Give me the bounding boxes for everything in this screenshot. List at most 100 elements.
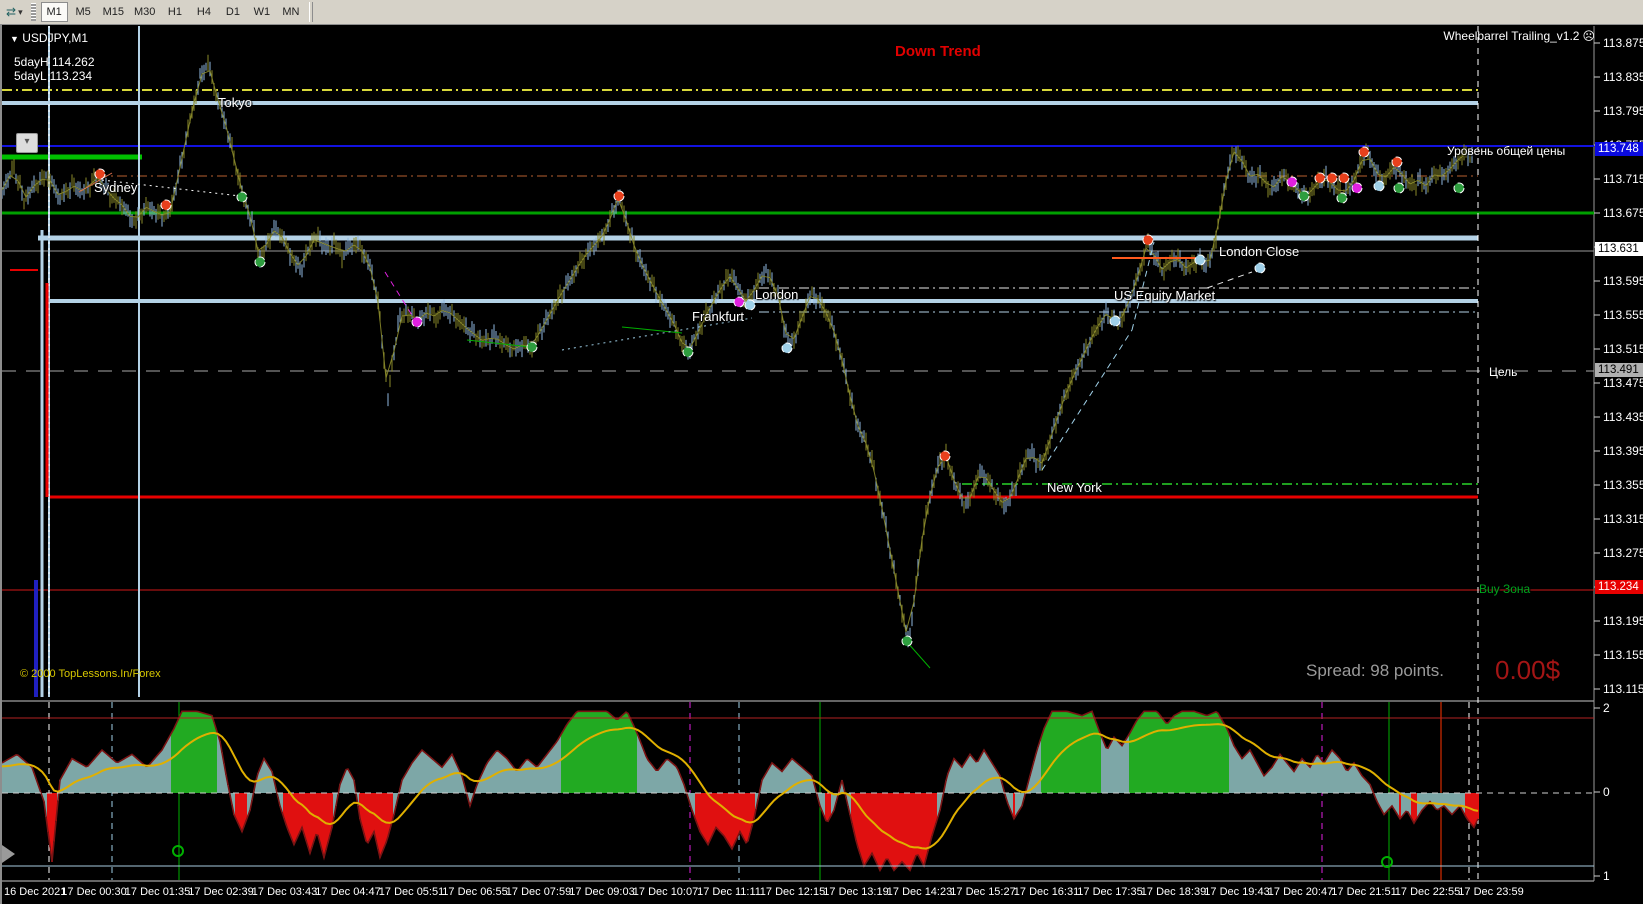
- price-tick-label: 113.515: [1603, 342, 1643, 356]
- time-tick-label: 17 Dec 21:51: [1331, 886, 1397, 898]
- time-tick-label: 17 Dec 03:43: [251, 886, 318, 898]
- price-tick-label: 113.435: [1603, 410, 1643, 424]
- time-tick-label: 16 Dec 2021: [4, 886, 67, 898]
- price-tick-label: 113.595: [1603, 274, 1643, 288]
- time-tick-label: 17 Dec 19:43: [1204, 886, 1270, 898]
- signal-marker: [254, 256, 266, 268]
- signal-marker: [1142, 234, 1154, 246]
- signal-marker: [236, 191, 248, 203]
- signal-marker: [1338, 172, 1350, 184]
- signal-marker: [1453, 182, 1465, 194]
- time-tick-label: 17 Dec 22:55: [1394, 886, 1461, 898]
- signal-marker: [1286, 176, 1298, 188]
- indicator-scale-label: 0: [1603, 785, 1610, 799]
- mt4-window: ⇄ ▾ M1 M5 M15 M30 H1 H4 D1 W1 MN ▼ USDJPY,M1 5da…: [0, 0, 1643, 904]
- timeframe-button-H1[interactable]: H1: [161, 2, 188, 22]
- trend-segment: [101, 179, 241, 197]
- price-tick-label: 113.475: [1603, 376, 1643, 390]
- chart-canvas[interactable]: [2, 25, 1643, 904]
- symbol-dropdown-icon[interactable]: ▼: [10, 34, 19, 44]
- trend-segment: [1041, 329, 1133, 471]
- price-tick-label: 113.795: [1603, 104, 1643, 118]
- price-badge: 113.631: [1595, 242, 1643, 256]
- timeframe-button-M15[interactable]: M15: [99, 2, 128, 22]
- time-tick-label: 17 Dec 14:23: [886, 886, 953, 898]
- five-day-high-label: 5dayH 114.262: [14, 55, 95, 69]
- indicator-title: Wheelbarrel Trailing_v1.2 ☹: [1443, 29, 1595, 43]
- signal-marker: [1194, 254, 1206, 266]
- toolbar-grip[interactable]: [30, 3, 36, 21]
- signal-marker: [94, 168, 106, 180]
- price-tick-label: 113.675: [1603, 206, 1643, 220]
- panel-resize-grip[interactable]: [2, 845, 15, 863]
- signal-marker: [1314, 172, 1326, 184]
- time-tick-label: 17 Dec 06:55: [442, 886, 508, 898]
- price-tick-label: 113.395: [1603, 444, 1643, 458]
- chart-object-button[interactable]: ▾: [16, 133, 38, 153]
- trend-segment: [561, 317, 753, 351]
- signal-marker: [1373, 180, 1385, 192]
- signal-marker: [1358, 146, 1370, 158]
- price-tick-label: 113.875: [1603, 36, 1643, 50]
- profit-label: 0.00$: [1495, 655, 1561, 685]
- signal-marker: [682, 346, 694, 358]
- price-tick-label: 113.355: [1603, 478, 1643, 492]
- signal-marker: [160, 199, 172, 211]
- price-tick-label: 113.715: [1603, 172, 1643, 186]
- toolbar: ⇄ ▾ M1 M5 M15 M30 H1 H4 D1 W1 MN: [0, 0, 1643, 25]
- timeframe-button-M30[interactable]: M30: [130, 2, 159, 22]
- signal-marker: [411, 316, 423, 328]
- trend-segment: [1206, 271, 1253, 289]
- time-tick-label: 17 Dec 20:47: [1267, 886, 1334, 898]
- price-tick-label: 113.555: [1603, 308, 1643, 322]
- signal-marker: [1391, 156, 1403, 168]
- signal-marker: [613, 190, 625, 202]
- time-tick-label: 17 Dec 04:47: [315, 886, 381, 898]
- signal-marker: [744, 299, 756, 311]
- chevron-down-icon[interactable]: ▾: [18, 7, 23, 18]
- time-tick-label: 17 Dec 07:59: [505, 886, 572, 898]
- signal-marker: [733, 296, 745, 308]
- timeframe-button-M5[interactable]: M5: [70, 2, 97, 22]
- time-tick-label: 17 Dec 11:11: [697, 886, 761, 898]
- indicator-scale-label: 1: [1603, 869, 1610, 883]
- time-tick-label: 17 Dec 05:51: [378, 886, 445, 898]
- time-tick-label: 17 Dec 13:19: [823, 886, 889, 898]
- timeframe-button-D1[interactable]: D1: [219, 2, 246, 22]
- signal-marker: [1254, 262, 1266, 274]
- price-tick-label: 113.315: [1603, 512, 1643, 526]
- time-tick-label: 17 Dec 12:15: [759, 886, 826, 898]
- time-tick-label: 17 Dec 09:03: [569, 886, 635, 898]
- chart-region: ▼ USDJPY,M1 5dayH 114.262 5dayL 113.234 …: [0, 25, 1643, 904]
- price-badge: 113.234: [1595, 580, 1643, 594]
- trend-segment: [1131, 241, 1155, 331]
- price-ma-line: [2, 69, 1467, 633]
- chart-shift-icon[interactable]: ⇄: [6, 5, 16, 19]
- panel-marker: [172, 845, 184, 857]
- price-tick-label: 113.115: [1603, 682, 1643, 696]
- signal-marker: [1393, 182, 1405, 194]
- time-tick-label: 17 Dec 10:07: [632, 886, 699, 898]
- toolbar-separator: [309, 2, 314, 22]
- timeframe-button-H4[interactable]: H4: [190, 2, 217, 22]
- signal-marker: [1351, 182, 1363, 194]
- signal-marker: [939, 450, 951, 462]
- time-tick-label: 17 Dec 15:27: [950, 886, 1016, 898]
- signal-marker: [901, 635, 913, 647]
- timeframe-button-M1[interactable]: M1: [40, 2, 68, 22]
- time-tick-label: 17 Dec 17:35: [1077, 886, 1143, 898]
- indicator-scale-label: 2: [1603, 701, 1610, 715]
- signal-marker: [1326, 172, 1338, 184]
- time-tick-label: 17 Dec 00:30: [61, 886, 127, 898]
- time-tick-label: 17 Dec 16:31: [1013, 886, 1080, 898]
- price-tick-label: 113.275: [1603, 546, 1643, 560]
- timeframe-button-MN[interactable]: MN: [277, 2, 304, 22]
- timeframe-button-W1[interactable]: W1: [248, 2, 275, 22]
- symbol-label: USDJPY,M1: [22, 31, 89, 45]
- time-tick-label: 17 Dec 18:39: [1140, 886, 1207, 898]
- price-badge: 113.748: [1595, 142, 1643, 156]
- symbol-title: ▼ USDJPY,M1: [10, 31, 88, 45]
- price-badge: 113.491: [1595, 363, 1643, 377]
- signal-marker: [1109, 315, 1121, 327]
- price-tick-label: 113.155: [1603, 648, 1643, 662]
